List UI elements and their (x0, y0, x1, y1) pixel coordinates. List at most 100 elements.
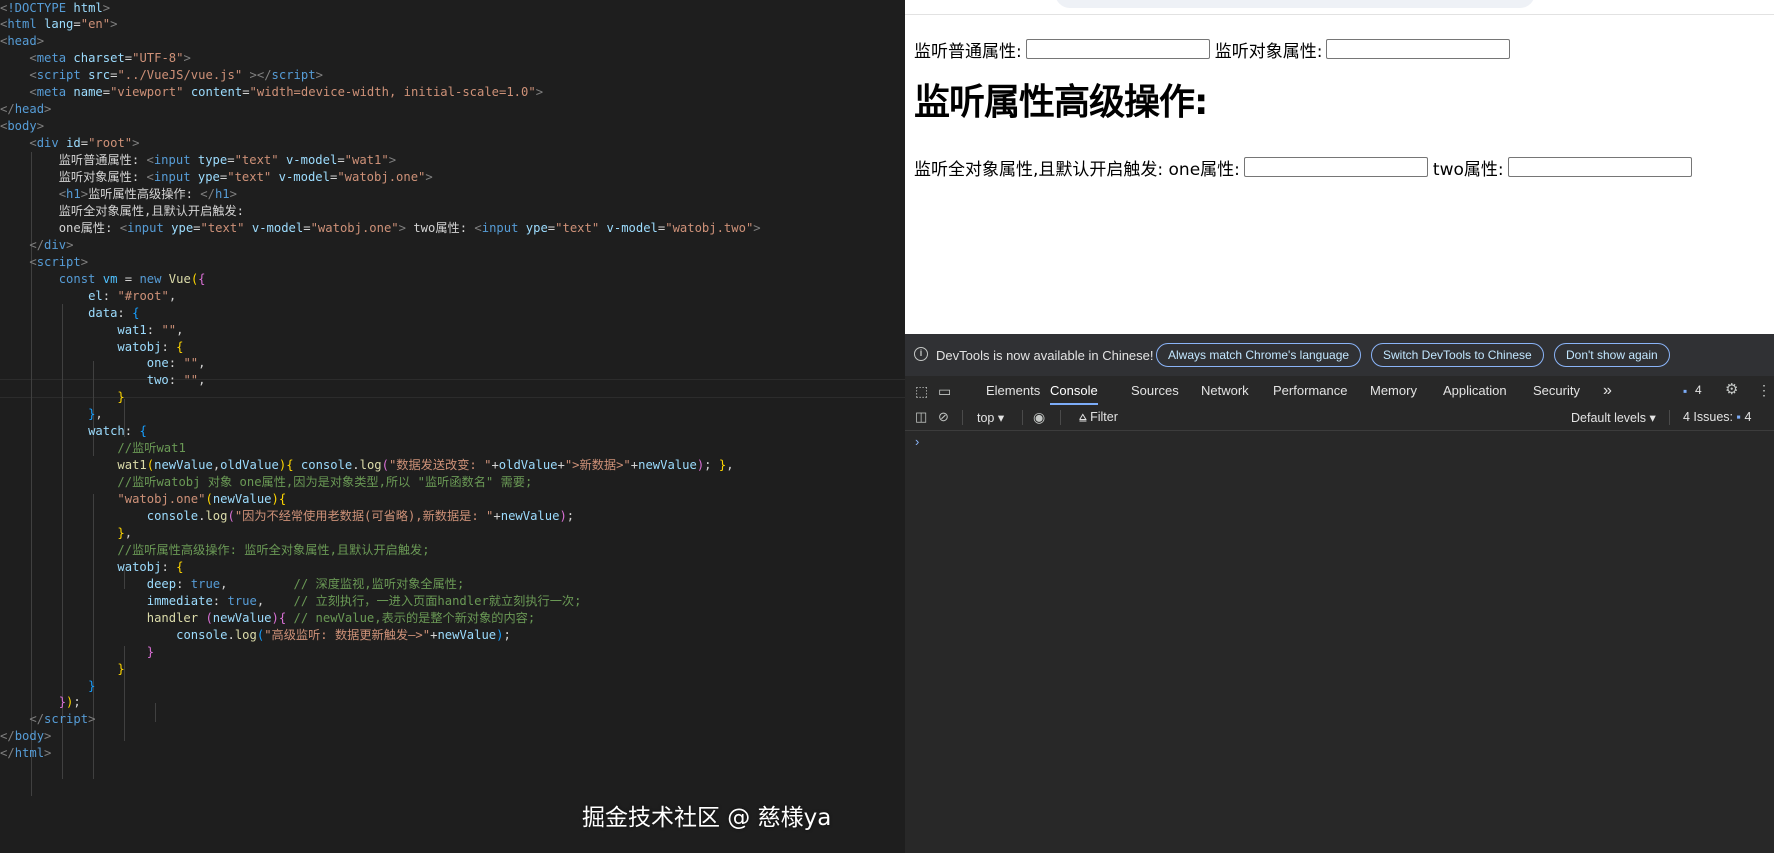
code-token: h1 (66, 186, 81, 201)
code-token: const (58, 271, 103, 286)
one-property-input[interactable] (1243, 157, 1428, 177)
settings-gear-icon[interactable]: ⚙ (1725, 382, 1738, 397)
code-line[interactable]: </html> (0, 744, 51, 763)
code-token: < (29, 254, 37, 269)
device-toolbar-icon[interactable]: ▭ (938, 384, 951, 398)
code-token: script (36, 254, 81, 269)
code-token: ype (197, 170, 220, 184)
code-token: : (117, 305, 133, 320)
code-token: //监听属性高级操作: 监听全对象属性,且默认开启触发; (117, 542, 430, 557)
two-property-input[interactable] (1507, 157, 1692, 177)
tab-sources[interactable]: Sources (1131, 376, 1179, 405)
code-token: > (36, 119, 45, 134)
tab-console[interactable]: Console (1050, 376, 1098, 405)
code-token: > (88, 712, 96, 727)
code-token: // 深度监视,监听对象全属性; (293, 576, 465, 591)
code-token: > (229, 186, 237, 201)
code-token: newValue (500, 509, 560, 523)
code-token: charset (73, 51, 125, 66)
tab-network[interactable]: Network (1201, 376, 1249, 405)
console-prompt[interactable]: › (915, 434, 919, 449)
code-token: , (168, 288, 177, 303)
clear-console-icon[interactable]: ⊘ (938, 410, 949, 424)
code-token: one (146, 356, 169, 371)
code-token: html (7, 17, 45, 32)
code-token: h1 (214, 186, 230, 201)
address-bar[interactable] (1055, 0, 1535, 8)
code-token: : (168, 373, 184, 388)
dont-show-again-button[interactable]: Don't show again (1554, 343, 1670, 367)
watobj-one-input[interactable] (1326, 39, 1511, 59)
code-token: "" (161, 322, 177, 337)
code-token: = (102, 85, 111, 100)
code-token: } (146, 644, 155, 659)
inspect-element-icon[interactable]: ⬚ (915, 384, 928, 398)
toolbar-separator (962, 410, 963, 425)
code-token: : (124, 424, 140, 439)
code-token: two属性: (406, 220, 475, 235)
code-line[interactable]: one属性: <input ype="text" v-model="watobj… (0, 219, 761, 238)
filter-input[interactable]: ⩠ Filter (1079, 410, 1118, 425)
code-token: , (124, 525, 133, 540)
code-token: el (88, 288, 103, 303)
code-token: > (753, 220, 761, 235)
always-match-language-button[interactable]: Always match Chrome's language (1156, 343, 1362, 367)
tab-memory[interactable]: Memory (1370, 376, 1417, 405)
context-selector[interactable]: top ▾ (977, 410, 1004, 425)
code-token: "" (183, 373, 199, 388)
code-token: // 立刻执行，一进入页面handler就立刻执行一次; (293, 593, 582, 608)
switch-to-chinese-button[interactable]: Switch DevTools to Chinese (1371, 343, 1544, 367)
tab-security[interactable]: Security (1533, 376, 1580, 405)
log-levels-dropdown[interactable]: Default levels ▾ (1571, 410, 1656, 425)
wat1-input[interactable] (1025, 39, 1210, 59)
code-token: input (153, 170, 198, 184)
code-token: ( (227, 509, 235, 523)
sidebar-toggle-icon[interactable]: ◫ (915, 410, 927, 424)
code-line[interactable]: <meta name="viewport" content="width=dev… (0, 83, 543, 102)
code-token: = (193, 220, 201, 235)
browser-window: 监听普通属性: 监听对象属性: 监听属性高级操作: 监听全对象属性,且默认开启触… (905, 0, 1774, 853)
tab-performance[interactable]: Performance (1273, 376, 1347, 405)
code-token: > (80, 254, 89, 269)
code-token: true (190, 576, 221, 591)
code-token: console (300, 458, 353, 473)
issues-counter[interactable]: 4 Issues: ▪ 4 (1683, 410, 1751, 424)
code-token: } (88, 678, 96, 693)
code-token: "../VueJS/vue.js" (117, 68, 243, 83)
eye-icon[interactable]: ◉ (1033, 410, 1045, 424)
code-token: v-model (251, 220, 304, 235)
code-token: //监听watobj 对象 one属性,因为是对象类型,所以 "监听函数名" 需… (117, 475, 533, 490)
code-token: } (58, 695, 67, 710)
code-editor[interactable]: <!DOCTYPE html> <html lang="en"> <head> <m… (0, 0, 905, 853)
tab-application[interactable]: Application (1443, 376, 1507, 405)
kebab-menu-icon[interactable]: ⋮ (1757, 383, 1771, 397)
issues-badge-count[interactable]: 4 (1695, 376, 1702, 405)
code-token: : (102, 288, 118, 303)
issues-icon: ▪ (1736, 410, 1741, 424)
code-token: < (29, 68, 37, 83)
code-token: > (44, 102, 52, 117)
code-token: deep (146, 576, 177, 591)
code-token: { (132, 305, 140, 320)
code-token: ; (503, 627, 511, 642)
issues-chat-icon[interactable]: ▪ (1683, 384, 1687, 398)
code-token: = (117, 271, 140, 286)
deep-watch-row: 监听全对象属性,且默认开启触发: one属性: two属性: (914, 155, 1697, 180)
code-token: watobj (117, 339, 162, 354)
code-token: content (190, 85, 243, 100)
tab-elements[interactable]: Elements (986, 376, 1040, 405)
more-tabs-icon[interactable]: » (1603, 376, 1612, 405)
